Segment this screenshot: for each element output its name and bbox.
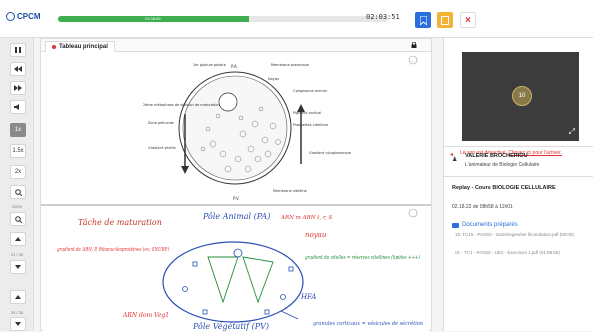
note-icon bbox=[441, 15, 449, 25]
zoom-out-icon bbox=[14, 215, 22, 223]
zoom-out-button[interactable] bbox=[10, 212, 26, 226]
label-globule: 1er globule polaire bbox=[193, 63, 226, 67]
svg-text:…: … bbox=[410, 58, 415, 64]
tab-label: Tableau principal bbox=[59, 44, 108, 50]
label-pigment: Pigment cortical bbox=[293, 111, 321, 115]
volume-button[interactable] bbox=[10, 100, 26, 114]
handwritten-notes: Tâche de maturation Pôle Animal (PA) ARN… bbox=[43, 207, 429, 332]
page-indicator: 21 / 35 bbox=[10, 252, 24, 257]
slide-diagram: … P.A. P.V. 1er globule polaire Membrane… bbox=[43, 54, 429, 203]
documents-title: Documents préparés bbox=[462, 222, 518, 228]
documents-header[interactable]: Documents préparés bbox=[452, 222, 518, 228]
zoom-in-icon bbox=[14, 188, 22, 196]
zoom-level: 100% bbox=[11, 204, 23, 209]
egg-outline bbox=[162, 241, 304, 323]
board-divider bbox=[41, 204, 431, 206]
note-button[interactable] bbox=[437, 12, 453, 28]
note-granules: granules corticaux = vésicules de sécrét… bbox=[313, 320, 423, 327]
caret-up-icon bbox=[15, 295, 21, 299]
logo: CPCM bbox=[6, 12, 41, 21]
label-membrane-vitelline: Membrane vitelline bbox=[273, 189, 307, 193]
note-arn-bas: ARN dom Veg1 bbox=[122, 312, 169, 319]
cytoplasm bbox=[182, 75, 288, 181]
expand-icon[interactable]: ⤢ bbox=[569, 127, 575, 137]
replay-title: Replay - Cours BIOLOGIE CELLULAIRE bbox=[452, 185, 582, 192]
label-cytoplasme: Cytoplasme animal bbox=[293, 89, 327, 93]
zoom-in-button[interactable] bbox=[10, 185, 26, 199]
page-down-button-2[interactable] bbox=[10, 317, 26, 331]
note-pole-veg: Pôle Végétatif (PV) bbox=[192, 322, 269, 331]
page-indicator-bottom: 25 / 35 bbox=[10, 310, 24, 315]
note-pole-animal: Pôle Animal (PA) bbox=[202, 212, 270, 221]
note-tache: Tâche de maturation bbox=[78, 218, 162, 227]
forward-button[interactable] bbox=[10, 81, 26, 95]
video-player[interactable]: 10 ⤢ bbox=[462, 52, 579, 141]
replay-label: Replay bbox=[452, 185, 471, 191]
progress-bar[interactable] bbox=[58, 16, 388, 22]
separator bbox=[443, 176, 593, 177]
document-item[interactable]: 01 - TC1 - PASS0 - UE2 - Exercices 1.pdf… bbox=[455, 250, 585, 256]
label-2nd-metaphase: 2ème métaphase de division de maturation bbox=[143, 103, 220, 107]
label-membrane-plasmique: Membrane plasmique bbox=[271, 63, 309, 67]
label-gradient-vitellin: Gradient vitellin bbox=[148, 146, 176, 150]
close-button[interactable]: × bbox=[460, 12, 476, 28]
note-noyau: noyau bbox=[305, 231, 327, 239]
top-bar: CPCM 01:08:59 02:03:51 × bbox=[0, 0, 593, 38]
pause-icon bbox=[15, 47, 21, 53]
caret-down-icon bbox=[15, 265, 21, 269]
logo-icon bbox=[6, 12, 15, 21]
live-dot-icon bbox=[52, 45, 56, 49]
speed-1x-button[interactable]: 1x bbox=[10, 123, 26, 137]
progress-label: 01:08:59 bbox=[145, 16, 161, 21]
nucleus bbox=[218, 92, 238, 112]
note-gradient-right: gradient de vitelles = réserves vitellin… bbox=[305, 254, 420, 261]
page-up-button[interactable] bbox=[10, 232, 26, 246]
separator bbox=[443, 146, 593, 147]
label-pa: P.A. bbox=[231, 64, 238, 69]
tab-tableau-principal[interactable]: Tableau principal bbox=[45, 41, 115, 52]
label-gradient-cyto: Gradient cytoplasmique bbox=[309, 151, 351, 155]
replay-date: 02.18.22 de 08h58 à 11h01 bbox=[452, 204, 513, 210]
lock-icon[interactable] bbox=[411, 42, 417, 48]
note-gradient-left: gradient de ARN, P, Ribonucléoprotéines … bbox=[57, 246, 169, 253]
main-board: Tableau principal … P.A. P.V. 1er globul… bbox=[40, 38, 432, 332]
document-item[interactable]: 15. TC15 - PASS0 - Gamétogenèse fécondat… bbox=[455, 232, 585, 238]
caret-up-icon bbox=[15, 237, 21, 241]
speed-2x-button[interactable]: 2x bbox=[10, 165, 26, 179]
user-icon: ♟ bbox=[452, 157, 458, 163]
page-up-button-2[interactable] bbox=[10, 290, 26, 304]
tab-bar: Tableau principal bbox=[41, 39, 431, 52]
replay-course: - Cours BIOLOGIE CELLULAIRE bbox=[471, 185, 556, 191]
player-controls: 1x 1.5x 2x 100% 21 / 35 25 / 35 bbox=[0, 38, 34, 331]
rewind-icon bbox=[14, 66, 22, 72]
caret-down-icon bbox=[15, 322, 21, 326]
bookmark-button[interactable] bbox=[415, 12, 431, 28]
clock: 02:03:51 bbox=[366, 13, 400, 21]
label-plaquettes: Plaquettes vitellines bbox=[293, 123, 329, 127]
label-zone-pellucide: Zone pellucide bbox=[148, 121, 174, 125]
speaker-icon bbox=[14, 104, 19, 110]
presenter-avatar: 10 bbox=[512, 86, 532, 106]
note-hfa: HFA bbox=[300, 293, 316, 301]
note-arn: ARN m ARN t, r, S bbox=[280, 215, 333, 221]
logo-text: CPCM bbox=[17, 12, 41, 21]
speed-1-5x-button[interactable]: 1.5x bbox=[10, 144, 26, 158]
rewind-button[interactable] bbox=[10, 62, 26, 76]
presenter-name: VALERIE BROCHERIOU bbox=[465, 153, 528, 159]
pause-button[interactable] bbox=[10, 43, 26, 57]
label-noyau: Noyau bbox=[268, 77, 279, 81]
presenter-role: L'animateur de Biologie Cellulaire bbox=[465, 162, 540, 168]
page-down-button[interactable] bbox=[10, 260, 26, 274]
folder-icon bbox=[452, 222, 459, 228]
label-pv: P.V. bbox=[233, 196, 240, 201]
bookmark-icon bbox=[419, 15, 427, 25]
forward-icon bbox=[14, 85, 22, 91]
